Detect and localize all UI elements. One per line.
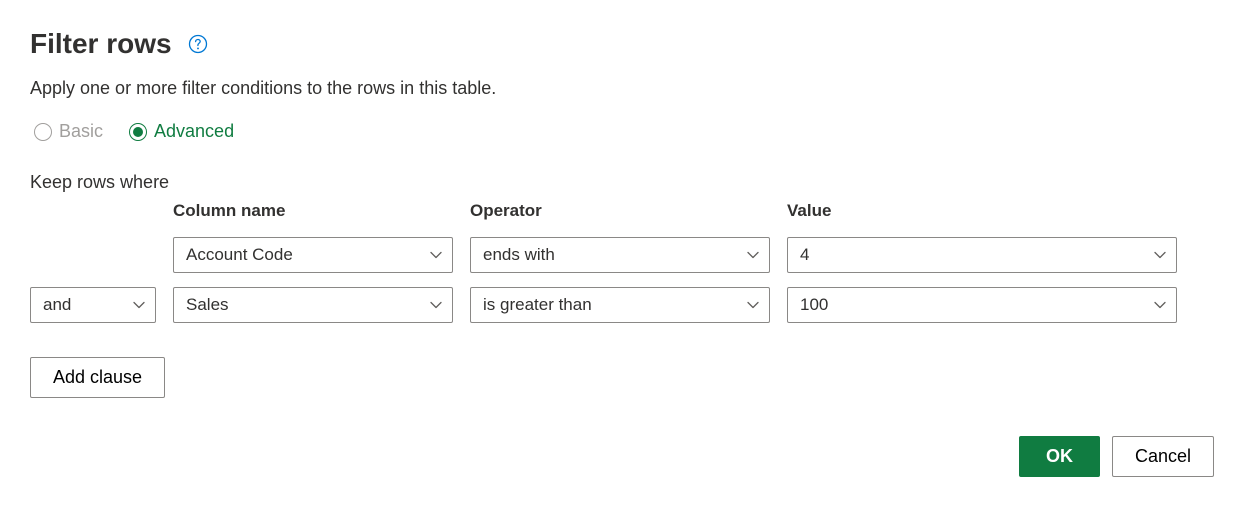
logic-select-value: and: [43, 295, 71, 315]
col-header-column: Column name: [173, 201, 453, 223]
operator-select[interactable]: is greater than: [470, 287, 770, 323]
cancel-button[interactable]: Cancel: [1112, 436, 1214, 477]
operator-select[interactable]: ends with: [470, 237, 770, 273]
chevron-down-icon: [1152, 297, 1168, 313]
operator-select-value: ends with: [483, 245, 555, 265]
filter-grid: Column name Operator Value Account Code …: [30, 201, 1220, 323]
col-header-value: Value: [787, 201, 1177, 223]
grid-spacer: [30, 255, 156, 256]
col-header-operator: Operator: [470, 201, 770, 223]
chevron-down-icon: [131, 297, 147, 313]
logic-select[interactable]: and: [30, 287, 156, 323]
value-select[interactable]: 4: [787, 237, 1177, 273]
grid-spacer: [30, 212, 156, 213]
radio-basic-label: Basic: [59, 121, 103, 142]
chevron-down-icon: [745, 297, 761, 313]
chevron-down-icon: [745, 247, 761, 263]
ok-button[interactable]: OK: [1019, 436, 1100, 477]
help-icon[interactable]: [188, 34, 208, 54]
radio-advanced-label: Advanced: [154, 121, 234, 142]
keep-rows-label: Keep rows where: [30, 172, 1220, 193]
chevron-down-icon: [428, 247, 444, 263]
radio-advanced[interactable]: Advanced: [129, 121, 234, 142]
radio-basic[interactable]: Basic: [34, 121, 103, 142]
page-title: Filter rows: [30, 28, 172, 60]
value-select[interactable]: 100: [787, 287, 1177, 323]
radio-circle-icon: [129, 123, 147, 141]
column-select[interactable]: Sales: [173, 287, 453, 323]
column-select[interactable]: Account Code: [173, 237, 453, 273]
mode-radio-group: Basic Advanced: [30, 121, 1220, 142]
page-subtitle: Apply one or more filter conditions to t…: [30, 78, 1220, 99]
operator-select-value: is greater than: [483, 295, 592, 315]
add-clause-button[interactable]: Add clause: [30, 357, 165, 398]
column-select-value: Sales: [186, 295, 229, 315]
value-select-value: 4: [800, 245, 809, 265]
radio-circle-icon: [34, 123, 52, 141]
chevron-down-icon: [1152, 247, 1168, 263]
chevron-down-icon: [428, 297, 444, 313]
column-select-value: Account Code: [186, 245, 293, 265]
value-select-value: 100: [800, 295, 828, 315]
